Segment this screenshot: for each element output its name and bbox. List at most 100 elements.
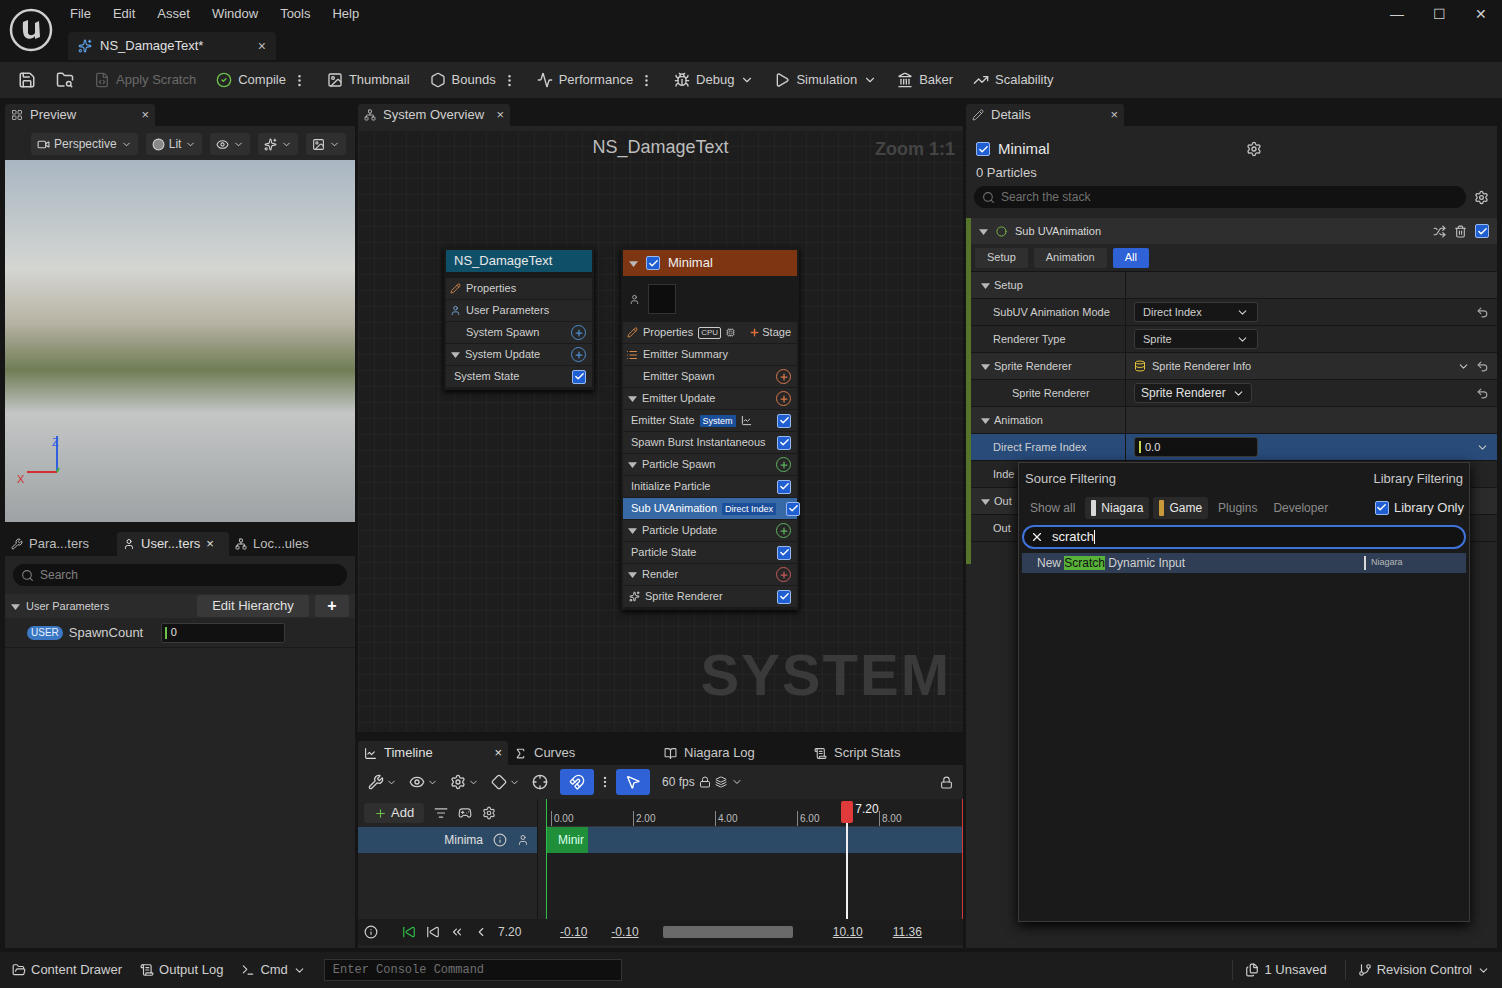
- expanded-arrow-icon[interactable]: [11, 602, 20, 611]
- window-control-button[interactable]: ☐: [1418, 4, 1460, 25]
- reset-icon[interactable]: [1476, 360, 1489, 373]
- checkbox[interactable]: [786, 502, 800, 516]
- toolbar-button[interactable]: Baker: [897, 70, 953, 90]
- graph-canvas[interactable]: NS_DamageTextZoom 1:1SYSTEMNS_DamageText…: [358, 126, 963, 732]
- panel-tab[interactable]: User...ters×: [117, 532, 229, 556]
- toolbar-button[interactable]: Compile: [216, 70, 307, 90]
- property-row[interactable]: Direct Frame Index0.0: [971, 434, 1497, 461]
- node-module-row[interactable]: Particle State: [623, 542, 797, 564]
- value-field[interactable]: 0: [161, 623, 285, 643]
- menu-item[interactable]: Help: [332, 4, 359, 24]
- to-start-icon[interactable]: [402, 925, 416, 939]
- node-group-row[interactable]: Particle Update: [623, 520, 797, 542]
- filter-button[interactable]: Animation: [1034, 248, 1107, 268]
- settings-icon[interactable]: [482, 806, 496, 820]
- settings-icon[interactable]: [1246, 141, 1262, 157]
- expanded-arrow-icon[interactable]: [981, 497, 990, 506]
- source-chip[interactable]: Niagara: [1085, 497, 1149, 519]
- node-group-row[interactable]: Particle Spawn: [623, 454, 797, 476]
- node-row[interactable]: Properties: [446, 278, 592, 300]
- add-button[interactable]: [776, 523, 791, 538]
- window-control-button[interactable]: —: [1376, 4, 1418, 25]
- search-field[interactable]: Search: [13, 564, 347, 586]
- dropdown[interactable]: Sprite Renderer: [1134, 383, 1252, 403]
- status-button[interactable]: Revision Control: [1345, 960, 1490, 980]
- node-row[interactable]: User Parameters: [446, 300, 592, 322]
- menu-search-field[interactable]: scratch: [1022, 525, 1466, 549]
- expanded-arrow-icon[interactable]: [628, 394, 637, 403]
- reset-icon[interactable]: [1476, 387, 1489, 400]
- settings-icon[interactable]: [1474, 190, 1489, 205]
- shuffle-icon[interactable]: [1433, 225, 1446, 238]
- viewport-option[interactable]: [258, 133, 298, 155]
- add-button[interactable]: +: [315, 595, 349, 617]
- node-module-row[interactable]: System State: [446, 366, 592, 388]
- property-row[interactable]: Renderer TypeSprite: [971, 326, 1497, 353]
- node-module-row[interactable]: Initialize Particle: [623, 476, 797, 498]
- document-tab[interactable]: NS_DamageText*×: [68, 32, 276, 60]
- edit-hierarchy-button[interactable]: Edit Hierarchy: [197, 595, 309, 617]
- checkbox[interactable]: [777, 414, 791, 428]
- emitter-node[interactable]: MinimalPropertiesCPUStageEmitter Summary…: [621, 248, 799, 610]
- viewport-option[interactable]: [306, 133, 346, 155]
- number-field[interactable]: 0.0: [1134, 437, 1258, 457]
- category-row[interactable]: Sprite RendererSprite Renderer Info: [971, 353, 1497, 380]
- checkbox[interactable]: [572, 370, 586, 384]
- toolbar-button[interactable]: Thumbnail: [327, 70, 410, 90]
- expanded-arrow-icon[interactable]: [628, 526, 637, 535]
- step-back-icon[interactable]: [426, 925, 440, 939]
- browse-icon[interactable]: [56, 71, 74, 89]
- property-row[interactable]: Sprite RendererSprite Renderer: [971, 380, 1497, 407]
- menu-item[interactable]: Window: [212, 4, 258, 24]
- enable-checkbox[interactable]: [976, 142, 990, 156]
- node-module-row[interactable]: Emitter StateSystem: [623, 410, 797, 432]
- more-icon[interactable]: [598, 775, 612, 789]
- library-only-toggle[interactable]: Library Only: [1375, 498, 1464, 518]
- add-stage-button[interactable]: Stage: [749, 324, 791, 341]
- expanded-arrow-icon[interactable]: [451, 350, 460, 359]
- timeline-tab[interactable]: Script Stats: [808, 741, 958, 765]
- status-button[interactable]: 1 Unsaved: [1232, 960, 1326, 980]
- chevron-icon[interactable]: [863, 73, 877, 87]
- status-button[interactable]: Output Log: [140, 960, 223, 980]
- close-button[interactable]: ×: [496, 105, 504, 125]
- timeline-tab[interactable]: Curves: [508, 741, 658, 765]
- chevron-icon[interactable]: [740, 73, 754, 87]
- viewport-option[interactable]: [210, 133, 250, 155]
- enable-checkbox[interactable]: [646, 256, 660, 270]
- dropdown[interactable]: Sprite: [1134, 329, 1258, 349]
- clear-icon[interactable]: [1030, 530, 1044, 544]
- expanded-arrow-icon[interactable]: [979, 227, 988, 236]
- checkbox[interactable]: [1475, 224, 1489, 238]
- add-button[interactable]: [776, 391, 791, 406]
- node-row[interactable]: Emitter Spawn: [623, 366, 797, 388]
- expanded-arrow-icon[interactable]: [628, 570, 637, 579]
- checkbox[interactable]: [777, 590, 791, 604]
- timeline-tool[interactable]: [491, 774, 520, 790]
- range-scrollbar[interactable]: [663, 926, 793, 938]
- node-row[interactable]: Emitter Summary: [623, 344, 797, 366]
- dropdown[interactable]: Direct Index: [1134, 302, 1258, 322]
- display-icon[interactable]: [458, 806, 472, 820]
- expanded-arrow-icon[interactable]: [629, 259, 638, 268]
- trash-icon[interactable]: [1454, 225, 1467, 238]
- save-icon[interactable]: [18, 71, 36, 89]
- more-icon[interactable]: [502, 73, 517, 88]
- viewport-option[interactable]: Perspective: [31, 133, 138, 155]
- filter-button[interactable]: All: [1113, 248, 1149, 268]
- info-icon[interactable]: [364, 925, 378, 939]
- panel-tab[interactable]: Para...ters: [5, 532, 117, 556]
- unreal-logo-icon[interactable]: [9, 8, 53, 52]
- expanded-arrow-icon[interactable]: [981, 281, 990, 290]
- viewport-option[interactable]: Lit: [146, 133, 203, 155]
- rewind-icon[interactable]: [450, 925, 464, 939]
- expanded-arrow-icon[interactable]: [981, 362, 990, 371]
- toolbar-button[interactable]: Performance: [537, 70, 654, 90]
- close-button[interactable]: ×: [141, 105, 149, 125]
- category-row[interactable]: Animation: [971, 407, 1497, 434]
- toolbar-button[interactable]: Scalability: [973, 70, 1054, 90]
- more-icon[interactable]: [292, 73, 307, 88]
- add-track-button[interactable]: Add: [364, 803, 424, 823]
- timeline-tool[interactable]: [409, 774, 438, 790]
- reset-icon[interactable]: [1476, 306, 1489, 319]
